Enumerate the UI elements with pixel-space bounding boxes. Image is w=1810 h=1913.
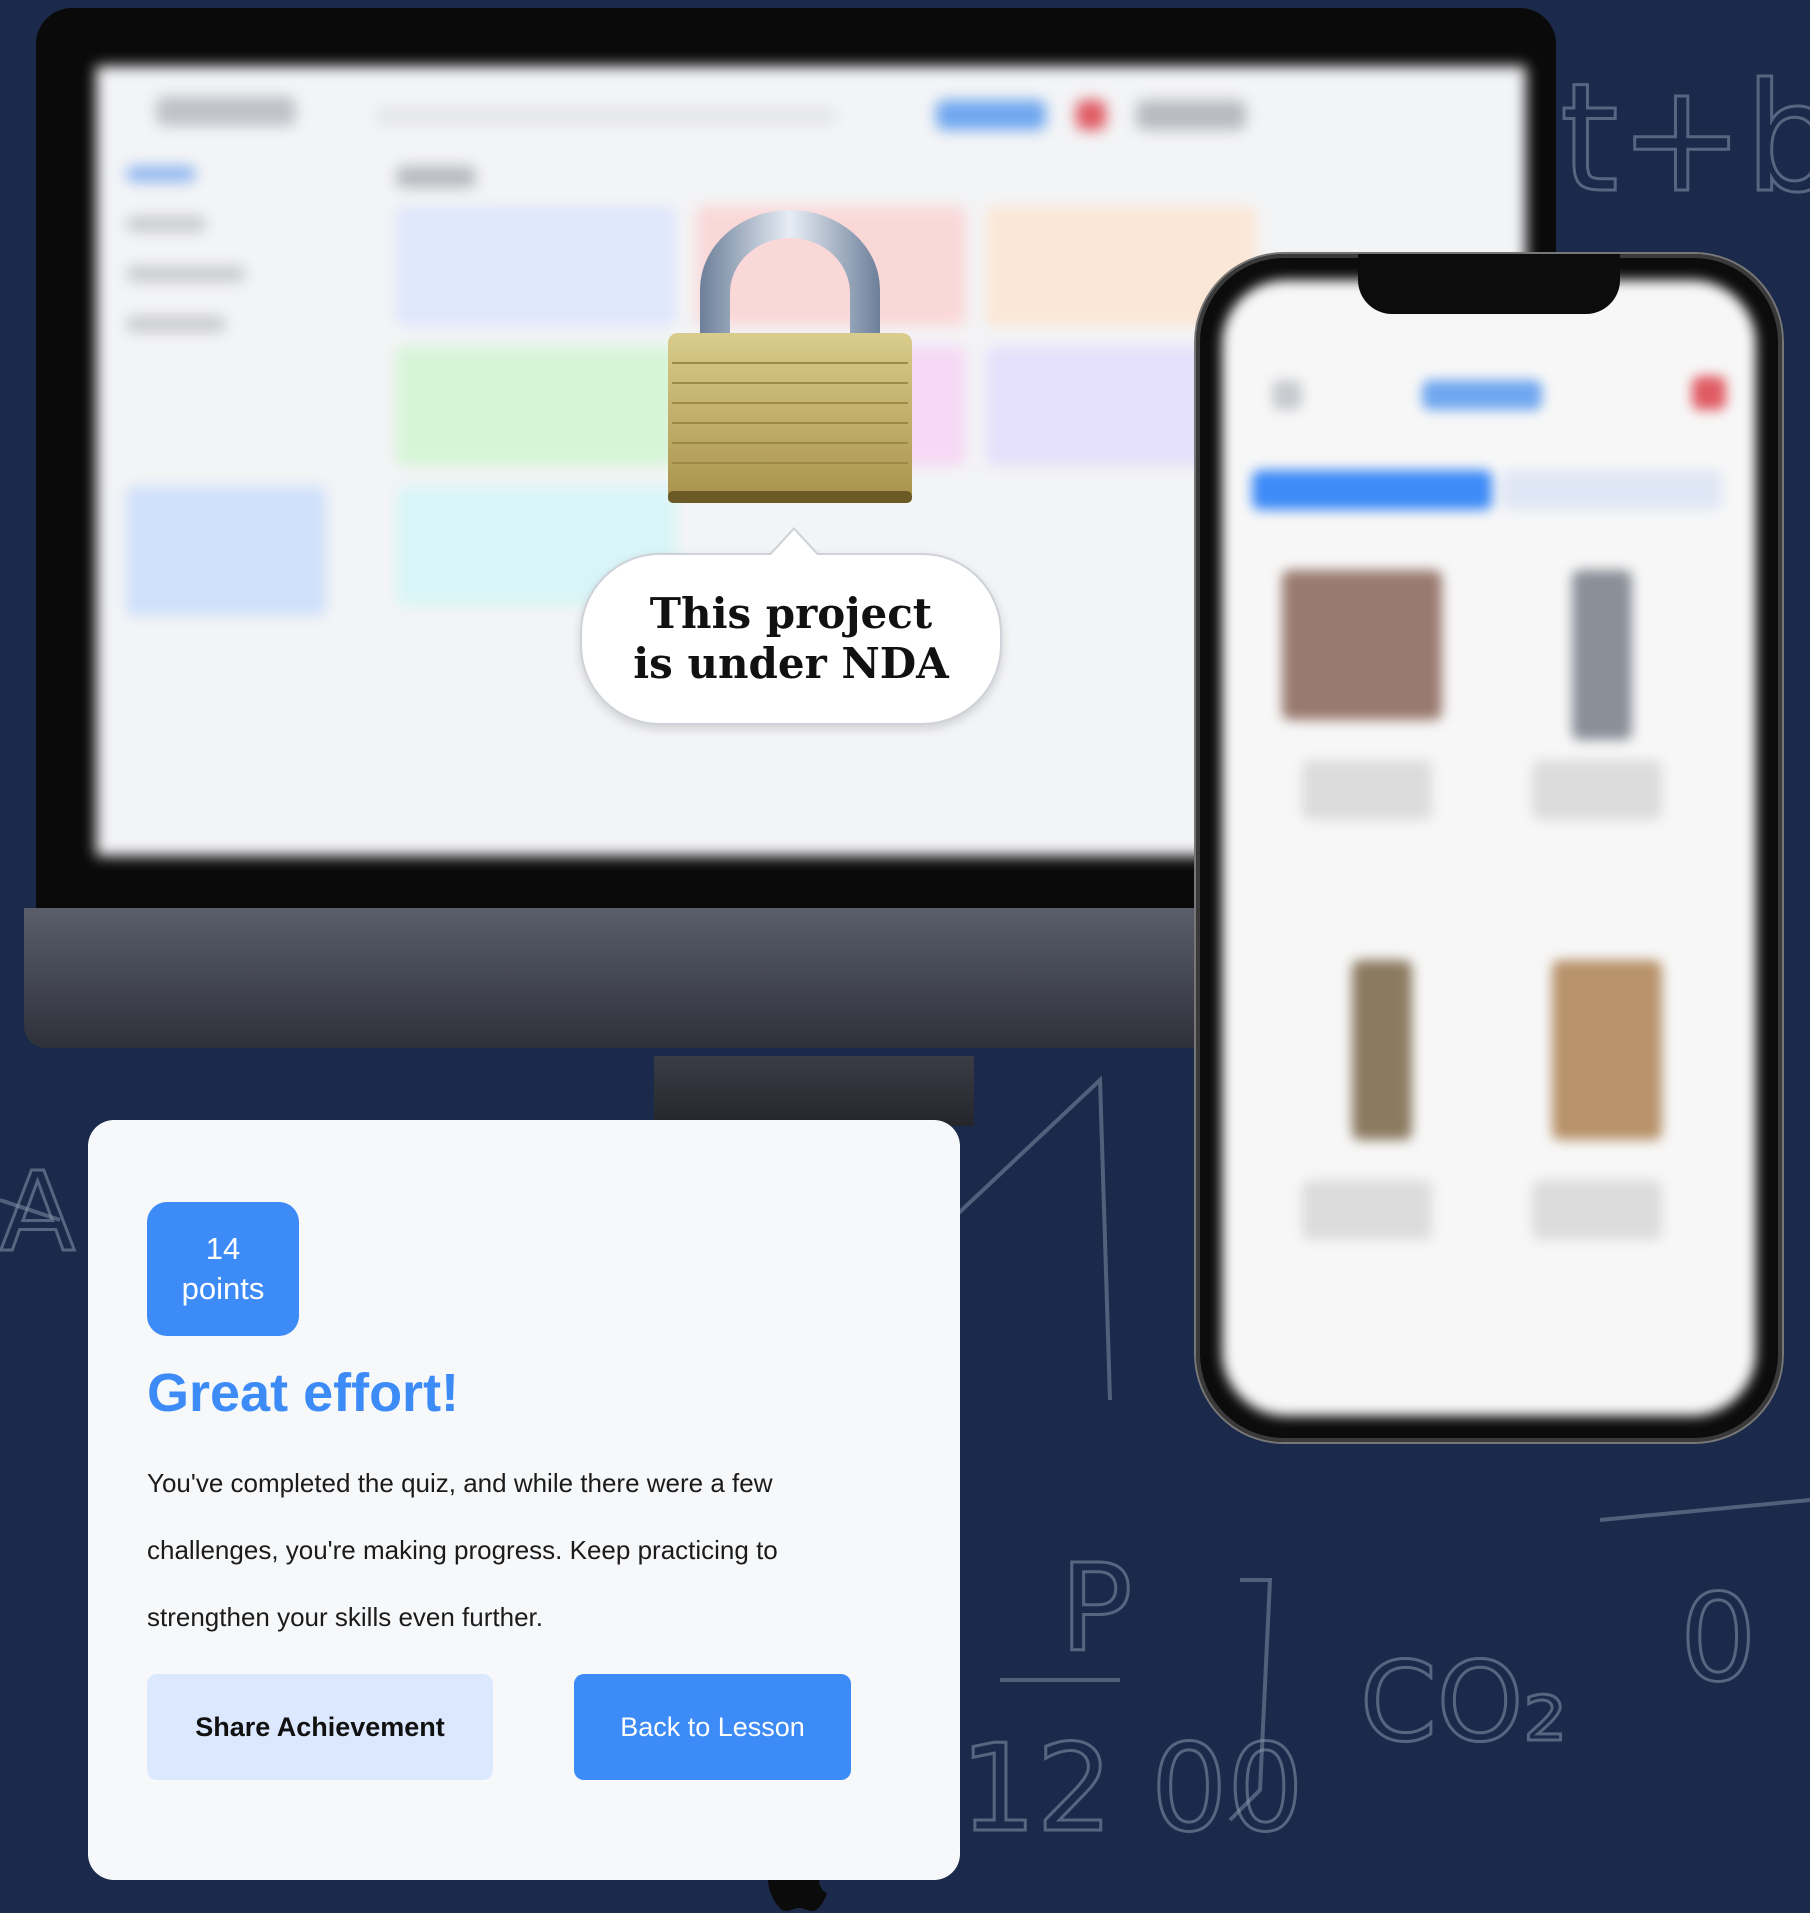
- svg-text:t+b²: t+b²: [1560, 52, 1810, 226]
- imac-stand: [654, 1056, 974, 1126]
- svg-text:P: P: [1060, 1540, 1132, 1679]
- share-achievement-button[interactable]: Share Achievement: [147, 1674, 493, 1780]
- svg-text:0: 0: [1680, 1570, 1756, 1709]
- nda-speech-bubble: This project is under NDA: [580, 527, 1002, 725]
- phone-screen-blurred: [1222, 280, 1756, 1416]
- svg-text:12 00: 12 00: [960, 1720, 1304, 1853]
- result-description: You've completed the quiz, and while the…: [147, 1468, 778, 1632]
- points-badge: 14 points: [147, 1202, 299, 1336]
- back-to-lesson-button[interactable]: Back to Lesson: [574, 1674, 851, 1780]
- svg-text:CO₂: CO₂: [1360, 1638, 1568, 1766]
- points-label: points: [181, 1271, 265, 1306]
- nda-message: This project is under NDA: [633, 589, 949, 688]
- svg-text:A: A: [0, 1148, 75, 1276]
- lock-icon: [668, 210, 912, 503]
- points-value: 14: [205, 1231, 241, 1266]
- phone-mockup: [1196, 254, 1782, 1442]
- result-title: Great effort!: [147, 1363, 460, 1423]
- phone-notch: [1358, 254, 1620, 314]
